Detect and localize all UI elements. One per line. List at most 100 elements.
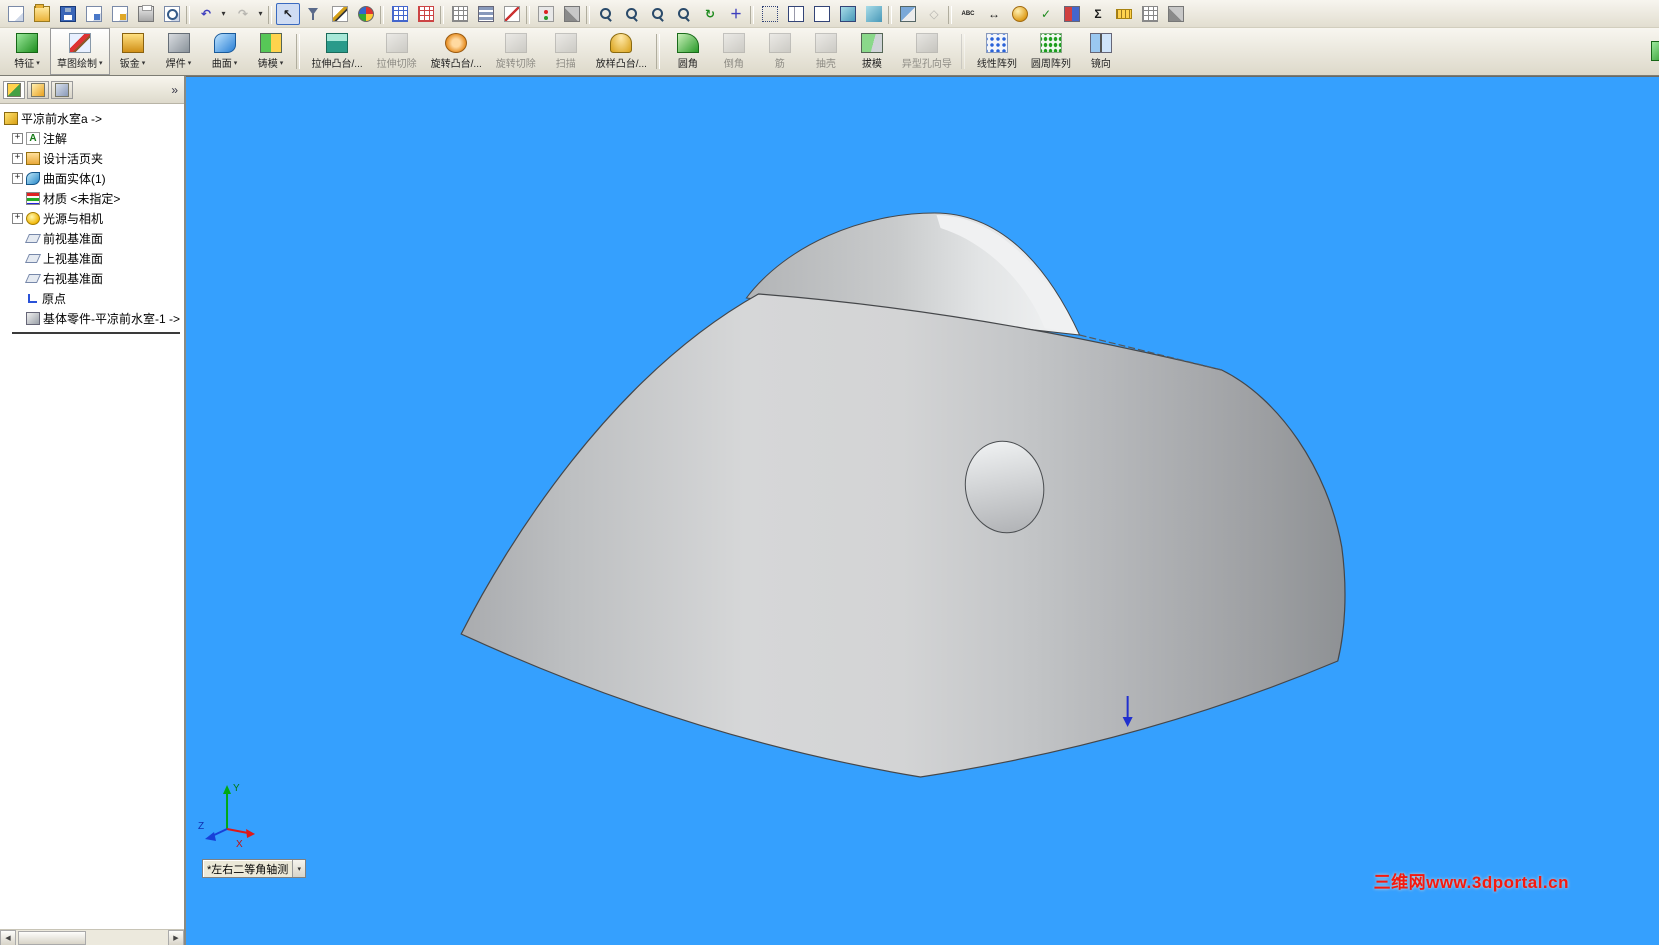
sweep-button[interactable]: 扫描 bbox=[543, 28, 589, 75]
equations-button[interactable]: Σ bbox=[1086, 3, 1110, 25]
featuremanager-tab[interactable] bbox=[3, 80, 25, 99]
model-main-surface[interactable] bbox=[460, 293, 1346, 778]
layers-button[interactable] bbox=[474, 3, 498, 25]
hidden-lines-visible-button[interactable] bbox=[784, 3, 808, 25]
zoom-to-fit-button[interactable] bbox=[620, 3, 644, 25]
scrollbar-thumb[interactable] bbox=[18, 931, 86, 945]
line-format-button[interactable] bbox=[500, 3, 524, 25]
pan-button[interactable]: ＋ bbox=[724, 3, 748, 25]
tree-item-material[interactable]: + 材质 <未指定> bbox=[4, 188, 184, 208]
design-check-button[interactable]: ✓ bbox=[1034, 3, 1058, 25]
chamfer-button[interactable]: 倒角 bbox=[711, 28, 757, 75]
new-document-button[interactable] bbox=[4, 3, 28, 25]
rib-button[interactable]: 筋 bbox=[757, 28, 803, 75]
print-button[interactable] bbox=[134, 3, 158, 25]
appearance-button[interactable] bbox=[1008, 3, 1032, 25]
tab-surfaces[interactable]: 曲面 ▾ bbox=[202, 28, 248, 75]
hole-wizard-button[interactable]: 异型孔向导 bbox=[895, 28, 965, 75]
rollback-bar[interactable] bbox=[12, 332, 180, 334]
view-orientation-caret[interactable]: ▾ bbox=[292, 860, 306, 877]
hidden-lines-removed-button[interactable] bbox=[810, 3, 834, 25]
tab-sheet-metal[interactable]: 钣金 ▾ bbox=[110, 28, 156, 75]
svg-text:Y: Y bbox=[233, 783, 240, 794]
clipped-command-button[interactable] bbox=[1639, 28, 1659, 75]
equations-table-button[interactable] bbox=[448, 3, 472, 25]
panel-expand-chevron[interactable]: » bbox=[168, 83, 181, 97]
fillet-button[interactable]: 圆角 bbox=[665, 28, 711, 75]
configurationmanager-tab[interactable] bbox=[51, 80, 73, 99]
sketch-entity-button[interactable] bbox=[328, 3, 352, 25]
tree-item-lights-cameras[interactable]: + 光源与相机 bbox=[4, 208, 184, 228]
propertymanager-tab[interactable] bbox=[27, 80, 49, 99]
tree-horizontal-scrollbar[interactable]: ◀ ▶ bbox=[0, 929, 184, 945]
tab-mold[interactable]: 铸模 ▾ bbox=[248, 28, 300, 75]
rebuild-button[interactable] bbox=[534, 3, 558, 25]
spell-check-button[interactable]: ABC bbox=[956, 3, 980, 25]
featuremanager-tree-icon bbox=[7, 82, 21, 97]
open-button[interactable] bbox=[30, 3, 54, 25]
make-drawing-button[interactable] bbox=[82, 3, 106, 25]
redo-button[interactable]: ↷ bbox=[231, 3, 255, 25]
model-canvas[interactable]: Y X Z bbox=[186, 77, 1659, 945]
mass-properties-button[interactable] bbox=[1138, 3, 1162, 25]
tree-item-top-plane[interactable]: + 上视基准面 bbox=[4, 248, 184, 268]
design-table-button[interactable] bbox=[388, 3, 412, 25]
tab-weldments[interactable]: 焊件 ▾ bbox=[156, 28, 202, 75]
tree-item-design-binder[interactable]: + 设计活页夹 bbox=[4, 148, 184, 168]
tab-sketch[interactable]: 草图绘制 ▾ bbox=[50, 28, 110, 75]
shell-button[interactable]: 抽壳 bbox=[803, 28, 849, 75]
zoom-to-area-button[interactable] bbox=[646, 3, 670, 25]
revolved-cut-button[interactable]: 旋转切除 bbox=[489, 28, 543, 75]
tree-item-base-part[interactable]: + 基体零件-平凉前水室-1 -> bbox=[4, 308, 184, 328]
tree-item-annotations[interactable]: + 注解 bbox=[4, 128, 184, 148]
shaded-with-edges-button[interactable] bbox=[836, 3, 860, 25]
revolved-boss-button[interactable]: 旋转凸台/... bbox=[424, 28, 489, 75]
hole-table-button[interactable] bbox=[414, 3, 438, 25]
zoom-in-out-icon bbox=[676, 6, 692, 22]
selection-filter-button[interactable] bbox=[302, 3, 326, 25]
tree-item-front-plane[interactable]: + 前视基准面 bbox=[4, 228, 184, 248]
shaded-button[interactable] bbox=[862, 3, 886, 25]
dropdown-caret[interactable]: ▾ bbox=[255, 3, 266, 25]
color-button[interactable] bbox=[354, 3, 378, 25]
make-assembly-button[interactable] bbox=[108, 3, 132, 25]
scroll-right-button[interactable]: ▶ bbox=[168, 930, 184, 945]
equations-table-icon bbox=[452, 5, 468, 22]
zoom-in-out-button[interactable] bbox=[672, 3, 696, 25]
graphics-area[interactable]: Y X Z *左右二等角轴测 ▾ 三维网www.3dportal.cn bbox=[186, 76, 1659, 945]
draft-button[interactable]: 拔模 bbox=[849, 28, 895, 75]
tree-item-right-plane[interactable]: + 右视基准面 bbox=[4, 268, 184, 288]
scrollbar-track[interactable] bbox=[16, 930, 168, 945]
expand-toggle[interactable]: + bbox=[12, 152, 23, 164]
tree-root-item[interactable]: 平凉前水室a -> bbox=[4, 108, 184, 128]
scroll-left-button[interactable]: ◀ bbox=[0, 930, 16, 945]
options-button[interactable] bbox=[560, 3, 584, 25]
print-preview-button[interactable] bbox=[160, 3, 184, 25]
undo-button[interactable]: ↶ bbox=[194, 3, 218, 25]
perspective-button[interactable]: ◇ bbox=[922, 3, 946, 25]
expand-toggle[interactable]: + bbox=[12, 132, 23, 144]
extruded-cut-button[interactable]: 拉伸切除 bbox=[370, 28, 424, 75]
tree-item-surface-bodies[interactable]: + 曲面实体(1) bbox=[4, 168, 184, 188]
rotate-view-button[interactable]: ↻ bbox=[698, 3, 722, 25]
linear-pattern-button[interactable]: 线性阵列 bbox=[970, 28, 1024, 75]
dropdown-caret[interactable]: ▾ bbox=[218, 3, 229, 25]
section-view-button[interactable] bbox=[896, 3, 920, 25]
swap-color-button[interactable] bbox=[1060, 3, 1084, 25]
expand-toggle[interactable]: + bbox=[12, 212, 23, 224]
toolbox-button[interactable] bbox=[1164, 3, 1188, 25]
extruded-boss-button[interactable]: 拉伸凸台/... bbox=[305, 28, 370, 75]
dimension-button[interactable]: ↔ bbox=[982, 3, 1006, 25]
tab-features[interactable]: 特征 ▾ bbox=[4, 28, 50, 75]
save-button[interactable] bbox=[56, 3, 80, 25]
select-button[interactable]: ↖ bbox=[276, 2, 300, 25]
measure-button[interactable] bbox=[1112, 3, 1136, 25]
mirror-button[interactable]: 镜向 bbox=[1078, 28, 1124, 75]
tree-item-origin[interactable]: + 原点 bbox=[4, 288, 184, 308]
loft-button[interactable]: 放样凸台/... bbox=[589, 28, 661, 75]
zoom-previous-button[interactable] bbox=[594, 3, 618, 25]
circular-pattern-button[interactable]: 圆周阵列 bbox=[1024, 28, 1078, 75]
expand-toggle[interactable]: + bbox=[12, 172, 23, 184]
view-orientation-box[interactable]: *左右二等角轴测 ▾ bbox=[202, 859, 307, 878]
wireframe-button[interactable] bbox=[758, 3, 782, 25]
